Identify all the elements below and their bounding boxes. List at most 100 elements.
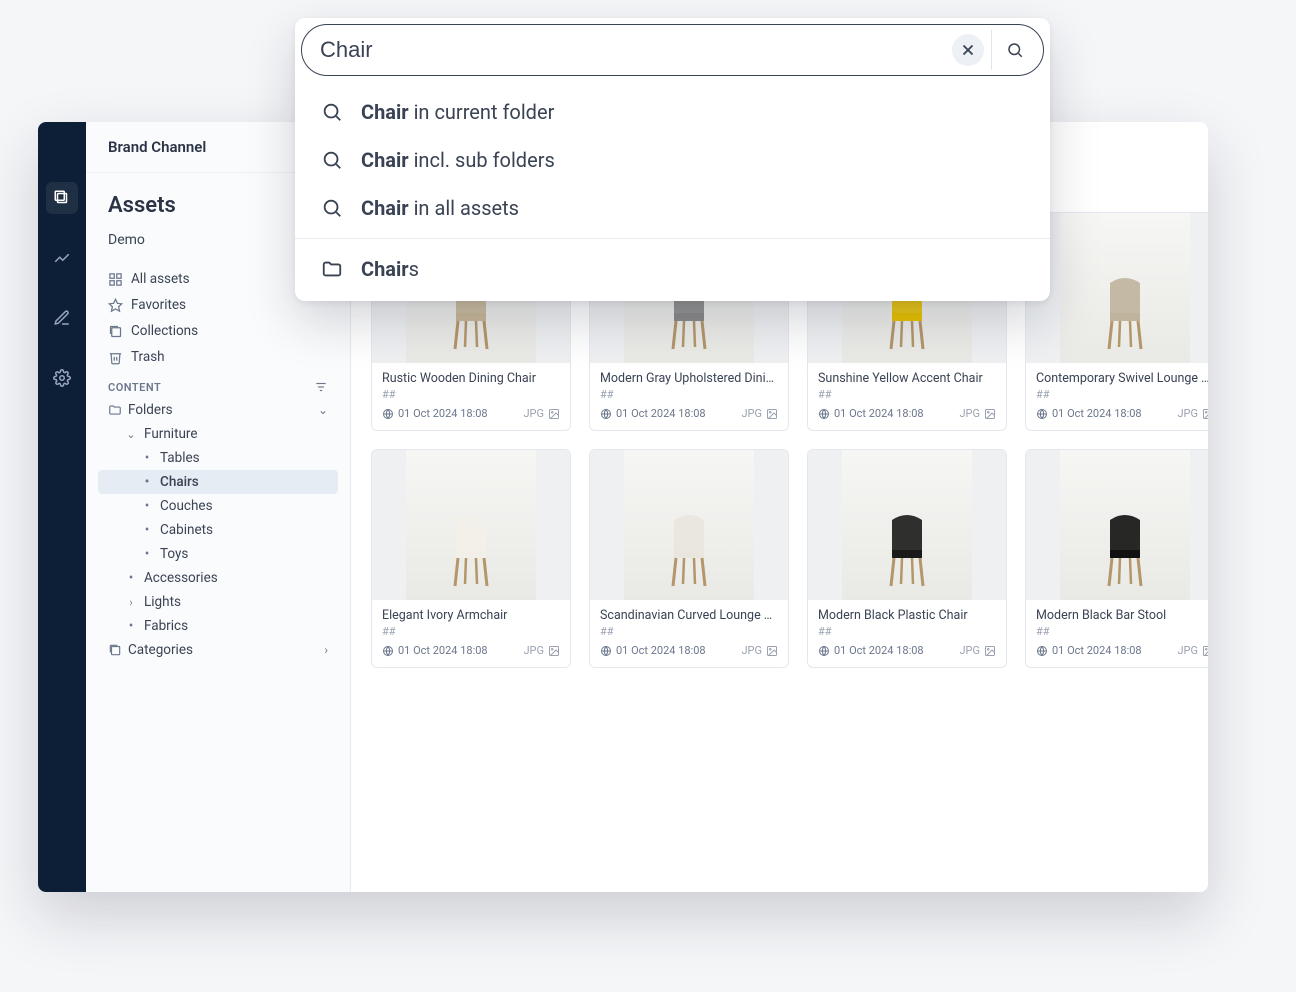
nav-rail [38, 122, 86, 892]
folder-icon [321, 258, 343, 280]
tree-furniture[interactable]: ⌄ Furniture [98, 422, 338, 446]
asset-meta: 01 Oct 2024 18:08 JPG [600, 407, 778, 420]
asset-body: Sunshine Yellow Accent Chair ## 01 Oct 2… [808, 363, 1006, 430]
chevron-right-icon: › [324, 643, 328, 657]
folder-tree: Folders ⌄ ⌄ Furniture • Tables • Chairs … [98, 398, 338, 676]
asset-card[interactable]: Contemporary Swivel Lounge C… ## 01 Oct … [1025, 212, 1208, 431]
clear-search-button[interactable] [945, 30, 991, 70]
chair-image-icon [1095, 510, 1155, 590]
asset-thumbnail [808, 450, 1006, 600]
rail-assets-icon[interactable] [46, 182, 78, 214]
search-bar [301, 24, 1044, 76]
asset-hash: ## [600, 625, 778, 638]
globe-icon [382, 645, 394, 657]
tree-accessories[interactable]: • Accessories [98, 566, 338, 590]
grid-icon [108, 272, 123, 287]
tree-cabinets[interactable]: • Cabinets [98, 518, 338, 542]
tree-label: Cabinets [160, 522, 213, 538]
asset-card[interactable]: Modern Black Bar Stool ## 01 Oct 2024 18… [1025, 449, 1208, 668]
suggestion-text: Chair in current folder [361, 100, 554, 124]
asset-hash: ## [818, 388, 996, 401]
nav-trash[interactable]: Trash [98, 344, 338, 370]
nav-label: All assets [131, 271, 190, 287]
tree-chairs[interactable]: • Chairs [98, 470, 338, 494]
chair-image-icon [1095, 273, 1155, 353]
asset-ext: JPG [523, 644, 544, 657]
asset-meta: 01 Oct 2024 18:08 JPG [818, 407, 996, 420]
nav-label: Collections [131, 323, 198, 339]
globe-icon [382, 408, 394, 420]
search-input[interactable] [320, 37, 945, 63]
asset-date: 01 Oct 2024 18:08 [398, 644, 488, 657]
tree-toys[interactable]: • Toys [98, 542, 338, 566]
search-icon [321, 149, 343, 171]
suggestion-folder-chairs[interactable]: Chairs [295, 245, 1050, 293]
asset-meta: 01 Oct 2024 18:08 JPG [600, 644, 778, 657]
tree-couches[interactable]: • Couches [98, 494, 338, 518]
suggestion-text: Chair in all assets [361, 196, 519, 220]
suggestion-current-folder[interactable]: Chair in current folder [295, 88, 1050, 136]
asset-body: Modern Black Bar Stool ## 01 Oct 2024 18… [1026, 600, 1208, 667]
asset-card[interactable]: Modern Black Plastic Chair ## 01 Oct 202… [807, 449, 1007, 668]
suggestion-sub-folders[interactable]: Chair incl. sub folders [295, 136, 1050, 184]
asset-date: 01 Oct 2024 18:08 [616, 644, 706, 657]
nav-label: Trash [131, 349, 165, 365]
filter-icon[interactable] [314, 380, 328, 394]
tree-lights[interactable]: › Lights [98, 590, 338, 614]
asset-card[interactable]: Elegant Ivory Armchair ## 01 Oct 2024 18… [371, 449, 571, 668]
search-icon [321, 197, 343, 219]
asset-meta: 01 Oct 2024 18:08 JPG [382, 644, 560, 657]
asset-meta: 01 Oct 2024 18:08 JPG [1036, 644, 1208, 657]
globe-icon [1036, 645, 1048, 657]
asset-body: Rustic Wooden Dining Chair ## 01 Oct 202… [372, 363, 570, 430]
rail-settings-icon[interactable] [46, 362, 78, 394]
asset-title: Scandinavian Curved Lounge C… [600, 608, 778, 623]
image-icon [1202, 645, 1208, 657]
asset-title: Sunshine Yellow Accent Chair [818, 371, 996, 386]
image-icon [766, 645, 778, 657]
tree-tables[interactable]: • Tables [98, 446, 338, 470]
chair-image-icon [659, 510, 719, 590]
asset-hash: ## [1036, 388, 1208, 401]
bullet-icon: • [140, 498, 154, 514]
star-icon [108, 298, 123, 313]
section-content-header: CONTENT [98, 370, 338, 398]
tree-categories[interactable]: Categories › [98, 638, 338, 662]
asset-date: 01 Oct 2024 18:08 [398, 407, 488, 420]
search-submit-button[interactable] [991, 30, 1037, 70]
nav-label: Favorites [131, 297, 186, 313]
tree-label: Accessories [144, 570, 218, 586]
bullet-icon: • [140, 546, 154, 562]
rail-analytics-icon[interactable] [46, 242, 78, 274]
asset-body: Scandinavian Curved Lounge C… ## 01 Oct … [590, 600, 788, 667]
asset-hash: ## [382, 625, 560, 638]
asset-date: 01 Oct 2024 18:08 [834, 644, 924, 657]
tree-label: Lights [144, 594, 181, 610]
asset-ext: JPG [959, 644, 980, 657]
globe-icon [818, 408, 830, 420]
rail-edit-icon[interactable] [46, 302, 78, 334]
asset-hash: ## [1036, 625, 1208, 638]
chevron-down-icon: ⌄ [318, 403, 328, 417]
asset-body: Modern Black Plastic Chair ## 01 Oct 202… [808, 600, 1006, 667]
close-icon [959, 41, 977, 59]
asset-card[interactable]: Scandinavian Curved Lounge C… ## 01 Oct … [589, 449, 789, 668]
bullet-icon: • [124, 570, 138, 586]
trash-icon [108, 350, 123, 365]
asset-date: 01 Oct 2024 18:08 [1052, 644, 1142, 657]
asset-meta: 01 Oct 2024 18:08 JPG [382, 407, 560, 420]
globe-icon [818, 645, 830, 657]
asset-ext: JPG [1177, 407, 1198, 420]
suggestion-all-assets[interactable]: Chair in all assets [295, 184, 1050, 232]
tree-folders[interactable]: Folders ⌄ [98, 398, 338, 422]
nav-collections[interactable]: Collections [98, 318, 338, 344]
tree-fabrics[interactable]: • Fabrics [98, 614, 338, 638]
asset-title: Modern Black Bar Stool [1036, 608, 1208, 623]
bullet-icon: • [140, 450, 154, 466]
bullet-icon: • [140, 522, 154, 538]
bullet-icon: • [140, 474, 154, 490]
asset-ext: JPG [1177, 644, 1198, 657]
section-label: CONTENT [108, 381, 161, 394]
chair-image-icon [441, 510, 501, 590]
suggestion-text: Chairs [361, 257, 419, 281]
